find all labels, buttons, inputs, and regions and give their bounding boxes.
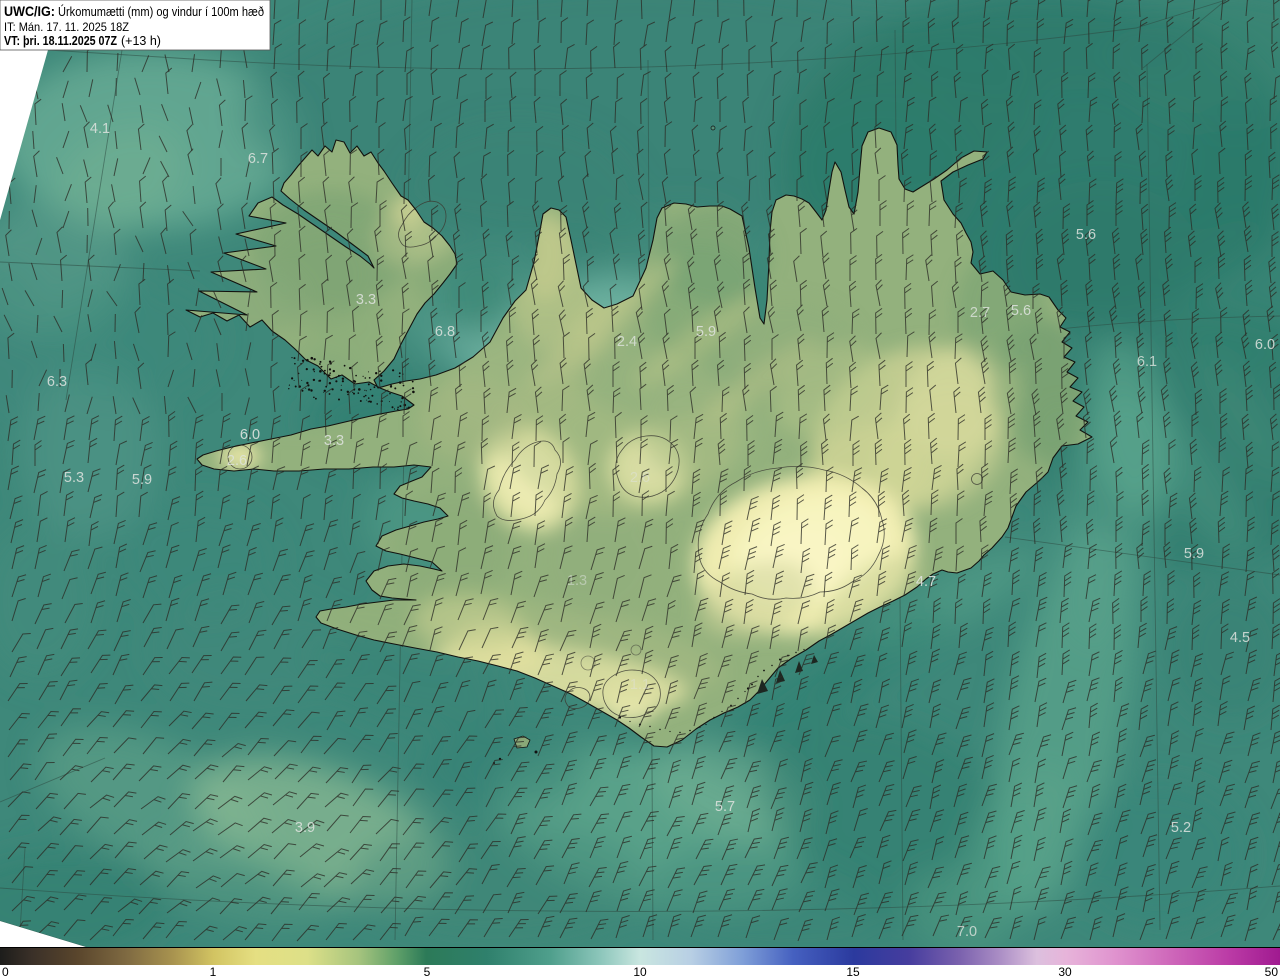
svg-text:6.3: 6.3 xyxy=(47,374,67,390)
svg-text:2.4: 2.4 xyxy=(617,334,637,350)
svg-text:15: 15 xyxy=(846,965,860,978)
svg-text:4.1: 4.1 xyxy=(90,121,110,137)
svg-text:4.5: 4.5 xyxy=(1230,630,1250,646)
svg-text:6.7: 6.7 xyxy=(248,151,268,167)
svg-text:1: 1 xyxy=(210,965,217,978)
svg-text:(+13 h): (+13 h) xyxy=(121,34,161,48)
svg-text:IT: Mán. 17. 11. 2025 18Z: IT: Mán. 17. 11. 2025 18Z xyxy=(4,20,129,34)
svg-text:6.1: 6.1 xyxy=(1137,354,1157,370)
svg-text:5.6: 5.6 xyxy=(1011,303,1031,319)
svg-text:5.2: 5.2 xyxy=(1171,820,1191,836)
svg-text:6.0: 6.0 xyxy=(1255,337,1275,353)
svg-text:0: 0 xyxy=(2,965,9,978)
svg-text:5.3: 5.3 xyxy=(64,470,84,486)
svg-text:VT: þri. 18.11.2025 07Z: VT: þri. 18.11.2025 07Z xyxy=(4,34,117,48)
svg-text:50: 50 xyxy=(1265,965,1279,978)
svg-text:3.3: 3.3 xyxy=(356,292,376,308)
svg-text:2.7: 2.7 xyxy=(970,305,990,321)
svg-text:6.0: 6.0 xyxy=(240,427,260,443)
svg-text:Úrkomumætti (mm) og vindur í 1: Úrkomumætti (mm) og vindur í 100m hæð xyxy=(58,4,264,19)
svg-text:4.7: 4.7 xyxy=(916,574,936,590)
svg-text:5.9: 5.9 xyxy=(1184,546,1204,562)
svg-text:2.6: 2.6 xyxy=(227,453,247,469)
svg-text:30: 30 xyxy=(1058,965,1072,978)
svg-text:5.7: 5.7 xyxy=(715,799,735,815)
svg-text:3.3: 3.3 xyxy=(324,433,344,449)
svg-text:1.3: 1.3 xyxy=(567,573,587,589)
svg-text:5.9: 5.9 xyxy=(132,472,152,488)
svg-text:1.1: 1.1 xyxy=(630,677,650,693)
svg-text:3.9: 3.9 xyxy=(295,820,315,836)
svg-text:UWC/IG:: UWC/IG: xyxy=(4,3,55,19)
svg-text:7.0: 7.0 xyxy=(957,924,977,940)
svg-text:10: 10 xyxy=(633,965,647,978)
svg-text:6.8: 6.8 xyxy=(435,324,455,340)
svg-text:5.6: 5.6 xyxy=(1076,227,1096,243)
svg-text:2.6: 2.6 xyxy=(630,470,650,486)
svg-text:5.9: 5.9 xyxy=(696,324,716,340)
svg-text:5: 5 xyxy=(424,965,431,978)
